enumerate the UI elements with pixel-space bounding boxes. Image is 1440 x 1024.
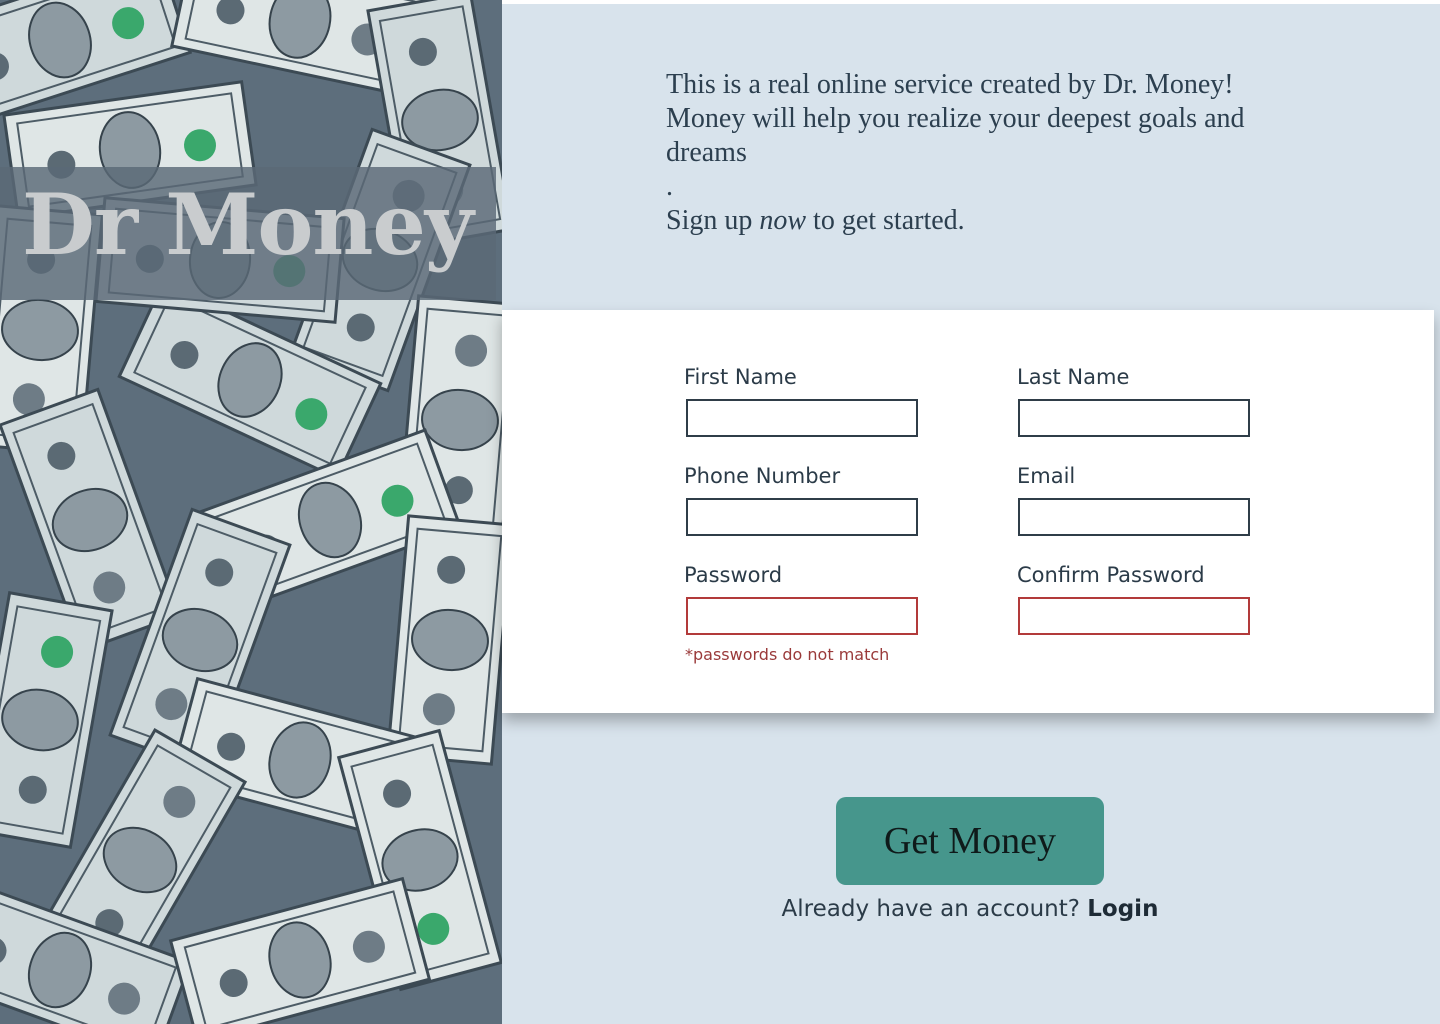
dollar-bills-illustration — [0, 0, 502, 1024]
password-label: Password — [684, 563, 783, 587]
money-background-image — [0, 0, 502, 1024]
email-input[interactable] — [1018, 498, 1250, 536]
signup-prefix: Sign up — [666, 205, 760, 236]
email-label: Email — [1017, 464, 1076, 488]
intro-description: This is a real online service created by… — [666, 69, 1245, 202]
login-prompt-text: Already have an account? — [781, 896, 1088, 922]
password-error-message: *passwords do not match — [685, 645, 890, 664]
signup-emphasis: now — [759, 205, 807, 236]
login-prompt: Already have an account? Login — [760, 896, 1180, 922]
intro-text: This is a real online service created by… — [666, 68, 1346, 238]
signup-suffix: to get started. — [806, 205, 965, 236]
login-link[interactable]: Login — [1087, 896, 1158, 922]
phone-number-input[interactable] — [686, 498, 918, 536]
intro-signup: Sign up now to get started. — [666, 204, 1346, 238]
logo-text: Dr Money — [22, 175, 474, 274]
last-name-label: Last Name — [1017, 365, 1130, 389]
password-input[interactable] — [686, 597, 918, 635]
confirm-password-label: Confirm Password — [1017, 563, 1205, 587]
confirm-password-input[interactable] — [1018, 597, 1250, 635]
first-name-label: First Name — [684, 365, 797, 389]
signup-form-card — [502, 310, 1434, 713]
get-money-button[interactable]: Get Money — [836, 797, 1104, 885]
last-name-input[interactable] — [1018, 399, 1250, 437]
phone-number-label: Phone Number — [684, 464, 841, 488]
dollar-bill-shape — [386, 514, 502, 766]
first-name-input[interactable] — [686, 399, 918, 437]
